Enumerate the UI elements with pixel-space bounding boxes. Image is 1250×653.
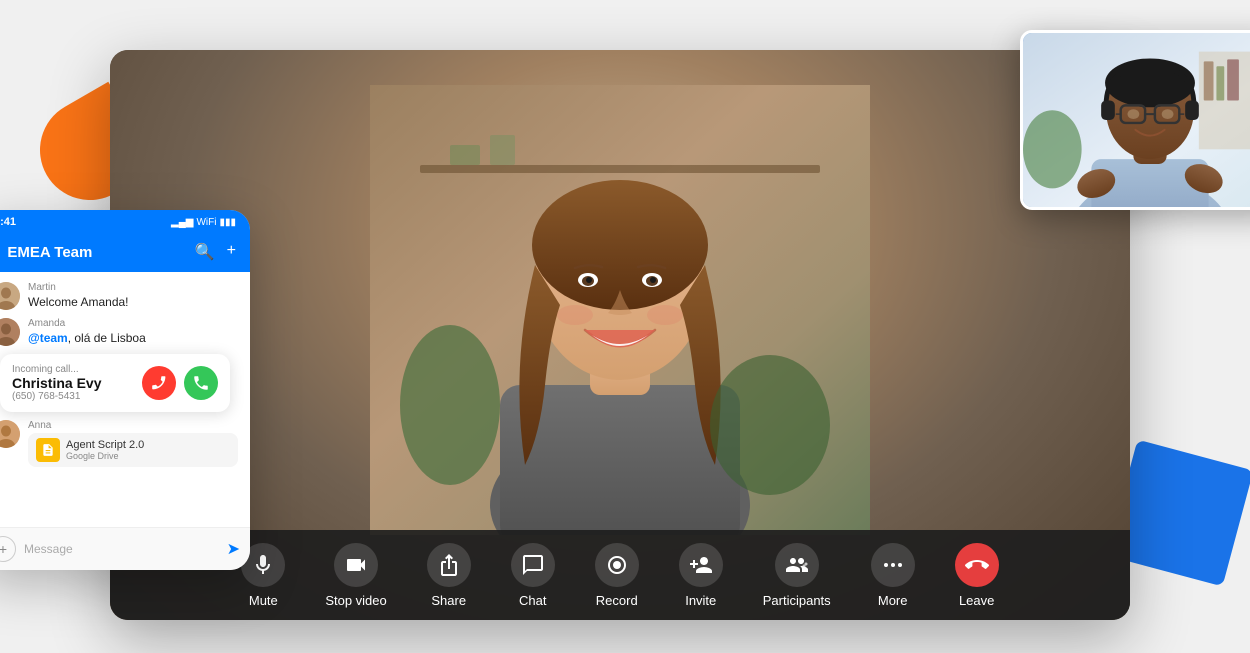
participants-icon (775, 543, 819, 587)
pip-participant-video (1023, 33, 1250, 207)
chat-messages: Martin Welcome Amanda! Amanda @team, olá… (0, 272, 250, 527)
signal-icon: ▂▄▆ (171, 217, 193, 228)
avatar (0, 318, 20, 346)
message-item: Martin Welcome Amanda! (0, 282, 238, 310)
message-item: Amanda @team, olá de Lisboa (0, 318, 238, 346)
message-content: Anna Agent Script 2.0 Google Drive (28, 420, 238, 467)
chat-button[interactable]: Chat (495, 535, 571, 616)
message-placeholder: Message (24, 542, 73, 556)
incoming-call-notification: Incoming call... Christina Evy (650) 768… (0, 354, 230, 412)
header-actions: 🔍 + (195, 242, 236, 262)
mute-label: Mute (249, 593, 278, 608)
record-button[interactable]: Record (579, 535, 655, 616)
caller-name: Christina Evy (12, 375, 134, 391)
accept-call-button[interactable] (184, 366, 218, 400)
share-button[interactable]: Share (411, 535, 487, 616)
invite-button[interactable]: Invite (663, 535, 739, 616)
message-sender: Martin (28, 282, 238, 293)
chat-title: EMEA Team (7, 244, 186, 261)
status-time: 9:41 (0, 216, 16, 228)
more-icon (871, 543, 915, 587)
message-sender: Anna (28, 420, 238, 431)
call-info: Incoming call... Christina Evy (650) 768… (12, 364, 134, 402)
chat-header: ‹ EMEA Team 🔍 + (0, 234, 250, 272)
mention-text: @team (28, 331, 68, 345)
leave-label: Leave (959, 593, 994, 608)
chat-label: Chat (519, 593, 546, 608)
message-text: Welcome Amanda! (28, 295, 238, 309)
participants-button[interactable]: Participants (747, 535, 847, 616)
battery-icon: ▮▮▮ (219, 217, 236, 228)
message-text: @team, olá de Lisboa (28, 331, 238, 345)
message-input[interactable]: Message (24, 542, 219, 556)
wifi-icon: WiFi (196, 217, 216, 228)
message-sender: Amanda (28, 318, 238, 329)
stop-video-label: Stop video (325, 593, 386, 608)
stop-video-button[interactable]: Stop video (309, 535, 402, 616)
call-toolbar: Mute Stop video Share (110, 530, 1130, 620)
add-attachment-button[interactable]: + (0, 536, 16, 562)
invite-label: Invite (685, 593, 716, 608)
file-source: Google Drive (66, 451, 144, 461)
stop-video-icon (334, 543, 378, 587)
main-participant-video (370, 85, 870, 535)
send-message-button[interactable]: ➤ (227, 539, 240, 559)
leave-button[interactable]: Leave (939, 535, 1015, 616)
message-content: Martin Welcome Amanda! (28, 282, 238, 309)
record-icon (595, 543, 639, 587)
participants-label: Participants (763, 593, 831, 608)
incoming-call-label: Incoming call... (12, 364, 134, 375)
video-call-container: Mute Stop video Share (110, 50, 1130, 620)
call-action-buttons (142, 366, 218, 400)
file-attachment: Agent Script 2.0 Google Drive (28, 433, 238, 467)
share-icon (427, 543, 471, 587)
mobile-chat-panel: 9:41 ▂▄▆ WiFi ▮▮▮ ‹ EMEA Team 🔍 + (0, 210, 250, 570)
record-label: Record (596, 593, 638, 608)
more-button[interactable]: More (855, 535, 931, 616)
status-icons: ▂▄▆ WiFi ▮▮▮ (171, 217, 236, 228)
share-label: Share (431, 593, 466, 608)
status-bar: 9:41 ▂▄▆ WiFi ▮▮▮ (0, 210, 250, 234)
leave-icon (955, 543, 999, 587)
caller-number: (650) 768-5431 (12, 391, 134, 402)
pip-video-container (1020, 30, 1250, 210)
message-content: Amanda @team, olá de Lisboa (28, 318, 238, 345)
search-icon[interactable]: 🔍 (195, 242, 215, 262)
file-details: Agent Script 2.0 Google Drive (66, 439, 144, 461)
avatar (0, 420, 20, 448)
invite-icon (679, 543, 723, 587)
file-type-icon (36, 438, 60, 462)
file-message: Anna Agent Script 2.0 Google Drive (0, 420, 238, 471)
file-name: Agent Script 2.0 (66, 439, 144, 451)
message-input-bar: + Message ➤ (0, 527, 250, 570)
more-label: More (878, 593, 908, 608)
avatar (0, 282, 20, 310)
add-member-icon[interactable]: + (227, 242, 236, 262)
message-body: , olá de Lisboa (68, 331, 146, 345)
chat-icon (511, 543, 555, 587)
decline-call-button[interactable] (142, 366, 176, 400)
